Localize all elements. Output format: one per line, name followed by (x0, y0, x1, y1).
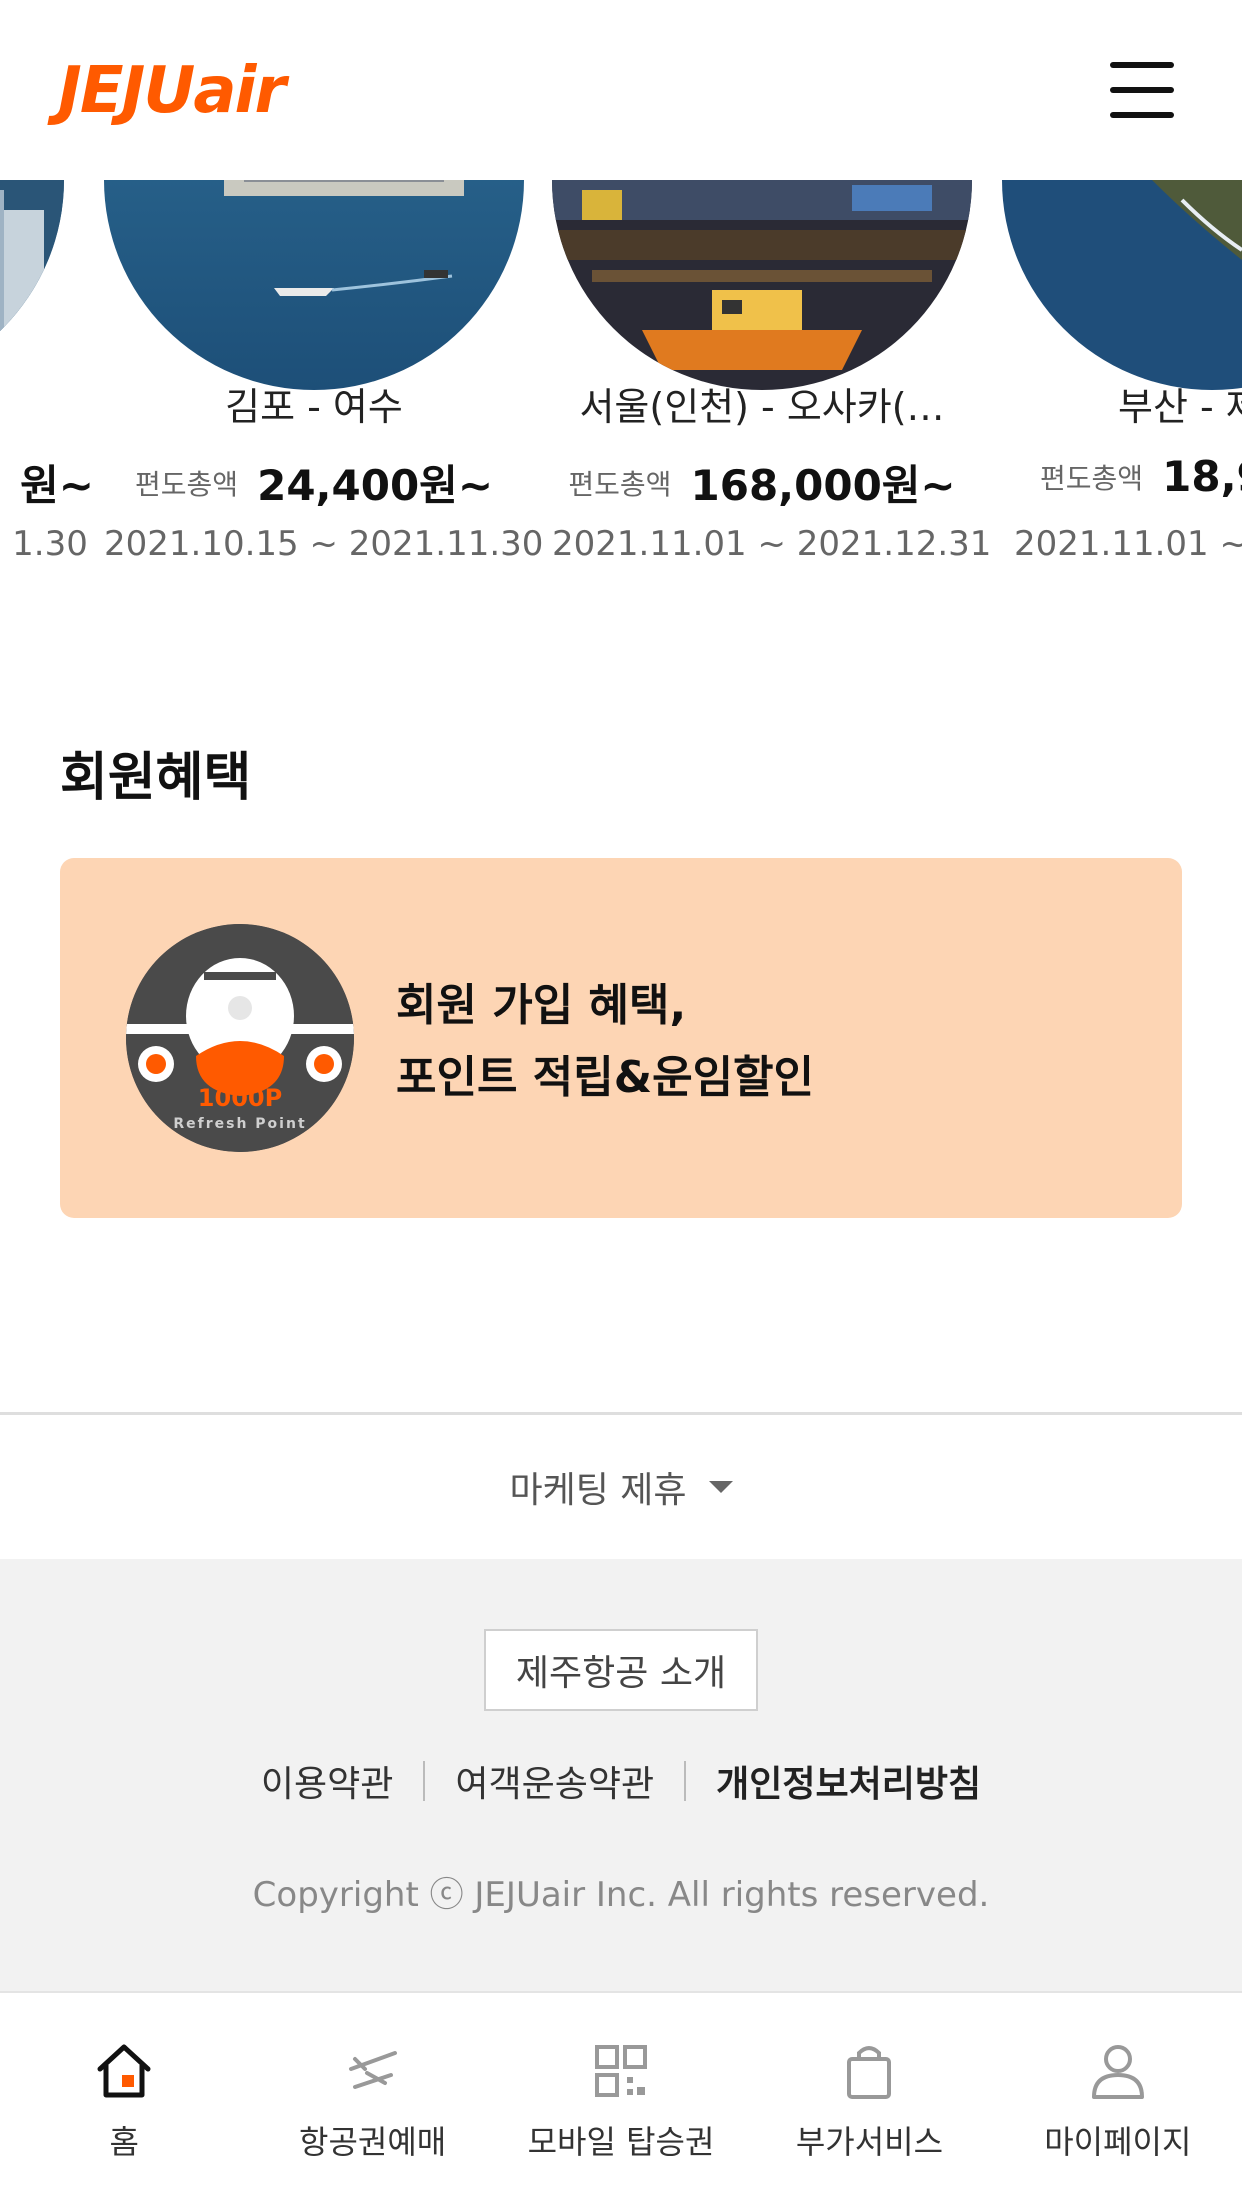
app-header: JEJUair (0, 0, 1242, 180)
deal-dates: 2021.10.15 ~ 2021.11.30 (104, 524, 544, 564)
carriage-terms-link[interactable]: 여객운송약관 (455, 1755, 654, 1807)
chevron-down-icon (708, 1481, 733, 1493)
deal-route: 부산 - 제 (1118, 385, 1242, 429)
qr-code-icon (595, 2045, 648, 2097)
benefit-line-1: 회원 가입 혜택, (396, 980, 687, 1031)
nav-home[interactable]: 홈 (0, 1993, 248, 2208)
price-label: 편도총액 (1040, 461, 1144, 495)
nav-mobile-boarding-pass[interactable]: 모바일 탑승권 (497, 1993, 745, 2208)
policy-links: 이용약관 여객운송약관 개인정보처리방침 (0, 1755, 1242, 1807)
deal-photo (552, 180, 972, 390)
terms-link[interactable]: 이용약관 (261, 1755, 393, 1807)
refresh-point-badge-icon: 1000P Refresh Point (126, 924, 354, 1152)
benefit-line-2: 포인트 적립&운임할인 (396, 1052, 815, 1103)
nav-my-page[interactable]: 마이페이지 (994, 1993, 1242, 2208)
menu-icon[interactable] (1106, 60, 1178, 120)
deal-price-row: 편도총액 18,9 (1040, 452, 1242, 501)
badge-points-text: 1000P (197, 1084, 283, 1112)
user-icon (1091, 2045, 1144, 2099)
deals-carousel[interactable]: 원~ 1.30 김포 - 여수 편도총액 24,400원~ 2021.10.15… (0, 180, 1242, 600)
nav-label: 마이페이지 (1044, 2123, 1192, 2161)
deal-route: 김포 - 여수 (225, 385, 403, 429)
deal-price-row: 편도총액 24,400원~ (104, 452, 524, 513)
badge-caption-text: Refresh Point (173, 1116, 307, 1132)
bottom-navigation: 홈 항공권예매 모바일 탑승권 부가서비스 마이페이지 (0, 1991, 1242, 2208)
nav-label: 모바일 탑승권 (527, 2123, 715, 2161)
deal-dates: 2021.11.01 ~ 2021.12.31 (552, 524, 992, 564)
deal-photo (1002, 180, 1242, 390)
deal-dates: 2021.11.01 ~ 2 (1014, 524, 1242, 564)
shopping-bag-icon (847, 2046, 892, 2099)
logo-text: JEJUair (58, 54, 286, 128)
deal-card[interactable]: 서울(인천) - 오사카(… 편도총액 168,000원~ 2021.11.01… (552, 180, 992, 600)
deal-price-row: 편도총액 168,000원~ (552, 452, 972, 513)
company-intro-button[interactable]: 제주항공 소개 (484, 1629, 758, 1711)
deal-card[interactable]: 원~ 1.30 (0, 180, 94, 600)
nav-label: 홈 (109, 2123, 139, 2161)
section-title-benefits: 회원혜택 (60, 748, 252, 808)
nav-flight-booking[interactable]: 항공권예매 (248, 1993, 496, 2208)
deal-photo (104, 180, 524, 390)
member-benefit-card[interactable]: 1000P Refresh Point 회원 가입 혜택, 포인트 적립&운임할… (60, 858, 1182, 1218)
price-value: 24,400원~ (257, 461, 494, 510)
link-separator (684, 1761, 687, 1801)
marketing-partnership-dropdown[interactable]: 마케팅 제휴 (0, 1415, 1242, 1559)
deal-card[interactable]: 김포 - 여수 편도총액 24,400원~ 2021.10.15 ~ 2021.… (104, 180, 544, 600)
price-value: 18,9 (1162, 452, 1242, 501)
privacy-policy-link[interactable]: 개인정보처리방침 (716, 1755, 981, 1807)
deal-price-row: 원~ (0, 452, 94, 513)
price-value: 168,000원~ (690, 461, 956, 510)
marketing-label: 마케팅 제휴 (509, 1470, 687, 1511)
copyright-text: Copyright ⓒ JEJUair Inc. All rights rese… (252, 1875, 990, 1915)
price-value: 원~ (20, 461, 94, 510)
jejuair-logo[interactable]: JEJUair (58, 56, 368, 126)
benefit-card-text: 회원 가입 혜택, 포인트 적립&운임할인 (396, 970, 814, 1114)
nav-label: 항공권예매 (299, 2123, 447, 2161)
deal-route: 서울(인천) - 오사카(… (579, 385, 945, 429)
price-label: 편도총액 (134, 467, 239, 501)
home-icon (97, 2044, 151, 2098)
link-separator (423, 1761, 426, 1801)
deal-card[interactable]: 부산 - 제 편도총액 18,9 2021.11.01 ~ 2 (1002, 180, 1242, 600)
deal-photo (0, 180, 64, 390)
site-footer: 제주항공 소개 이용약관 여객운송약관 개인정보처리방침 Copyright ⓒ… (0, 1559, 1242, 1991)
airplane-ticket-icon (348, 2051, 397, 2089)
price-label: 편도총액 (568, 467, 672, 501)
nav-extra-services[interactable]: 부가서비스 (745, 1993, 993, 2208)
nav-label: 부가서비스 (795, 2123, 944, 2161)
